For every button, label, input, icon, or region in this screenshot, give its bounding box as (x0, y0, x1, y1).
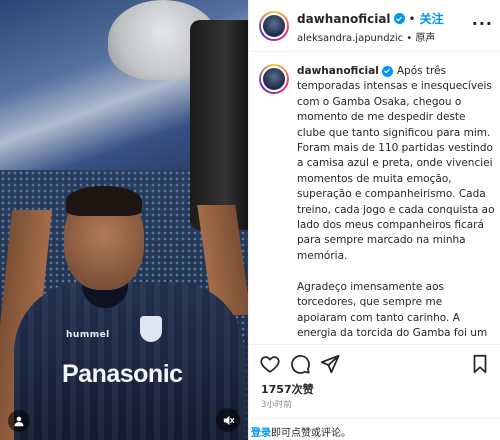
tagged-user-button[interactable] (8, 410, 30, 432)
audio-line: aleksandra.japundzic • 原声 (297, 29, 435, 44)
share-icon[interactable] (319, 353, 341, 375)
post-timestamp[interactable]: 3小时前 (261, 398, 292, 410)
heart-icon[interactable] (259, 353, 281, 375)
media-camera (190, 20, 248, 230)
action-bar (249, 344, 500, 384)
media-sponsor-text: Panasonic (62, 360, 183, 388)
audio-owner[interactable]: aleksandra.japundzic (297, 33, 403, 44)
follow-button[interactable]: 关注 (420, 10, 444, 27)
login-to-comment-bar: 登录即可点赞或评论。 (249, 418, 500, 440)
save-bookmark-icon[interactable] (469, 353, 491, 375)
login-link[interactable]: 登录 (251, 428, 271, 439)
speaker-muted-icon (223, 415, 234, 425)
person-icon (14, 416, 24, 427)
author-line: dawhanoficial • 关注 (297, 10, 444, 27)
mute-button[interactable] (216, 408, 240, 432)
post-details-panel: dawhanoficial • 关注 aleksandra.japundzic … (248, 0, 500, 440)
caption-username[interactable]: dawhanoficial (297, 65, 379, 77)
more-options-icon[interactable]: ··· (472, 14, 493, 33)
caption-verified-badge-icon (381, 65, 393, 77)
caption-author-avatar[interactable] (259, 64, 289, 94)
caption-text: Após três temporadas intensas e inesquec… (297, 65, 495, 339)
header-separator: • (408, 11, 416, 26)
login-prompt-text: 即可点赞或评论。 (271, 428, 351, 439)
like-count[interactable]: 1757次赞 (261, 381, 314, 397)
comment-icon[interactable] (289, 353, 311, 375)
media-kit-brand: hummel (66, 330, 110, 340)
caption-area: dawhanoficial Após três temporadas intens… (249, 52, 500, 342)
author-username[interactable]: dawhanoficial (297, 12, 391, 26)
post-media[interactable]: hummel Panasonic (0, 0, 248, 440)
audio-separator: • (406, 33, 413, 44)
post-header: dawhanoficial • 关注 aleksandra.japundzic … (249, 0, 500, 52)
author-avatar[interactable] (259, 11, 289, 41)
media-club-crest (140, 316, 162, 342)
media-player-hair (66, 186, 142, 216)
verified-badge-icon (393, 13, 405, 24)
audio-type[interactable]: 原声 (415, 33, 435, 44)
post-caption: dawhanoficial Após três temporadas intens… (297, 64, 495, 342)
